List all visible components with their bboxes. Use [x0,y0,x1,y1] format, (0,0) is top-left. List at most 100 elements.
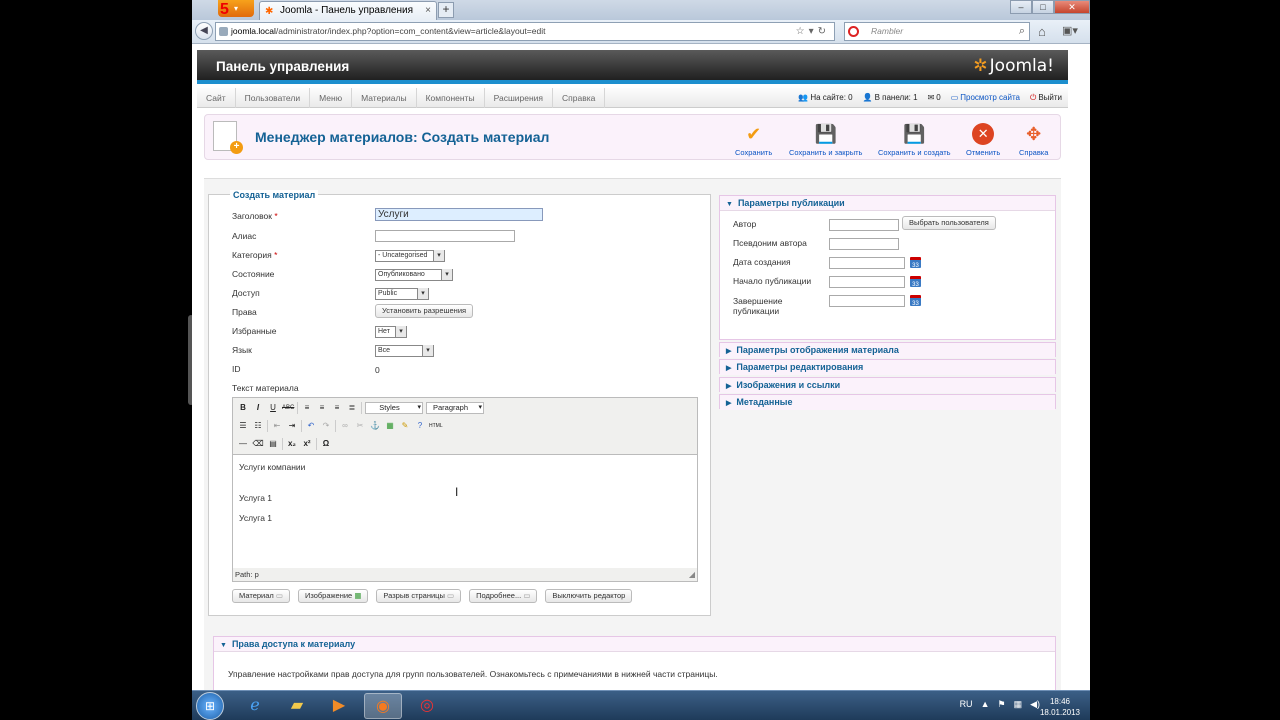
cleanup-icon[interactable]: ✎ [399,420,411,432]
underline-icon[interactable]: U [267,402,279,414]
editor-content[interactable]: Услуги компании Услуга 1 Услуга 1 [233,454,697,568]
numbered-list-icon[interactable]: ☷ [252,420,264,432]
menu-item-components[interactable]: Компоненты [417,88,485,108]
visual-aid-icon[interactable]: ▤ [267,438,279,450]
toggle-editor-button[interactable]: Выключить редактор [545,589,633,603]
align-right-icon[interactable]: ≡ [331,402,343,414]
read-more-button[interactable]: Подробнее... ▭ [469,589,538,603]
close-window-icon[interactable]: ✕ [1054,0,1090,14]
created-input[interactable] [829,257,905,269]
italic-icon[interactable]: I [252,402,264,414]
editing-options-panel[interactable]: ▶ Параметры редактирования [719,359,1056,375]
help-button[interactable]: ✥ Справка [1019,123,1048,157]
undo-icon[interactable]: ↶ [305,420,317,432]
view-site-link[interactable]: ▭ Просмотр сайта [951,88,1020,108]
right-black-border [1090,0,1280,720]
outdent-icon[interactable]: ⇤ [271,420,283,432]
back-button[interactable]: ◀ [195,22,213,40]
help-circle-icon[interactable]: ? [414,420,426,432]
tray-chevron-icon[interactable]: ▲ [981,699,990,710]
link-icon[interactable]: ∞ [339,420,351,432]
tab-close-icon[interactable]: × [425,5,431,16]
access-rules-header[interactable]: ▼ Права доступа к материалу [214,637,1055,652]
calendar-icon[interactable]: 33 [910,257,921,269]
images-links-panel[interactable]: ▶ Изображения и ссылки [719,377,1056,393]
new-tab-button[interactable]: + [438,2,454,18]
bookmarks-icon[interactable]: ▣▾ [1062,24,1078,37]
align-left-icon[interactable]: ≡ [301,402,313,414]
ie-icon[interactable]: ℯ [236,693,274,719]
calendar-icon[interactable]: 33 [910,295,921,307]
menu-item-help[interactable]: Справка [553,88,606,108]
html-source-icon[interactable]: HTML [429,420,443,432]
save-close-button[interactable]: 💾 Сохранить и закрыть [789,123,862,157]
chrome-icon[interactable]: ◎ [408,693,446,719]
firefox-icon[interactable]: ◉ [364,693,402,719]
action-center-icon[interactable]: ⚑ [997,699,1005,710]
menu-item-users[interactable]: Пользователи [236,88,311,108]
publish-up-input[interactable] [829,276,905,288]
search-icon[interactable]: ⌕ [1019,23,1025,40]
bullet-list-icon[interactable]: ☰ [237,420,249,432]
save-button[interactable]: ✔ Сохранить [735,123,772,157]
styles-select[interactable]: Styles [365,402,423,414]
subscript-icon[interactable]: x₂ [286,438,298,450]
alias-input[interactable] [375,230,515,242]
explorer-icon[interactable]: ▰ [278,693,316,719]
redo-icon[interactable]: ↷ [320,420,332,432]
insert-article-button[interactable]: Материал ▭ [232,589,290,603]
image-icon[interactable]: ▦ [384,420,396,432]
search-input[interactable]: Rambler ⌕ [844,22,1030,41]
horizontal-rule-icon[interactable]: — [237,438,249,450]
cancel-button[interactable]: ✕ Отменить [966,123,1000,157]
superscript-icon[interactable]: x² [301,438,313,450]
url-bar[interactable]: joomla.local/administrator/index.php?opt… [215,22,835,41]
indent-icon[interactable]: ⇥ [286,420,298,432]
browser-tab[interactable]: ✱ Joomla - Панель управления × [259,1,437,20]
author-input[interactable] [829,219,899,231]
select-user-button[interactable]: Выбрать пользователя [902,216,996,230]
special-char-icon[interactable]: Ω [320,438,332,450]
status-messages[interactable]: ✉ 0 [928,88,941,108]
category-select[interactable]: - Uncategorised [375,250,445,262]
featured-select[interactable]: Нет [375,326,407,338]
state-select[interactable]: Опубликовано [375,269,453,281]
unlink-icon[interactable]: ✂ [354,420,366,432]
taskbar-clock[interactable]: 18:46 18.01.2013 [1040,696,1080,718]
strikethrough-icon[interactable]: ABC [282,402,294,414]
insert-image-button[interactable]: Изображение ▦ [297,589,369,603]
menu-item-extensions[interactable]: Расширения [485,88,554,108]
language-select[interactable]: Все [375,345,434,357]
logout-link[interactable]: ⏻ Выйти [1030,88,1062,108]
menu-item-menus[interactable]: Меню [310,88,353,108]
title-input[interactable]: Услуги [375,208,543,221]
menu-item-site[interactable]: Сайт [197,88,236,108]
remove-format-icon[interactable]: ⌫ [252,438,264,450]
anchor-icon[interactable]: ⚓ [369,420,381,432]
access-select[interactable]: Public [375,288,429,300]
publishing-header[interactable]: ▼ Параметры публикации [720,196,1055,211]
save-new-button[interactable]: 💾 Сохранить и создать [878,123,951,157]
publish-down-input[interactable] [829,295,905,307]
start-button[interactable]: ⊞ [196,692,224,720]
minimize-icon[interactable]: – [1010,0,1032,14]
language-indicator[interactable]: RU [960,699,973,710]
menu-item-content[interactable]: Материалы [352,88,417,108]
align-center-icon[interactable]: ≡ [316,402,328,414]
maximize-icon[interactable]: □ [1032,0,1054,14]
resize-handle-icon[interactable]: ◢ [689,570,695,579]
format-select[interactable]: Paragraph [426,402,484,414]
set-permissions-button[interactable]: Установить разрешения [375,304,474,318]
display-options-panel[interactable]: ▶ Параметры отображения материала [719,342,1056,358]
media-player-icon[interactable]: ▶ [320,693,358,719]
author-alias-input[interactable] [829,238,899,250]
bookmark-reload-icons[interactable]: ☆▾↻ [796,23,830,40]
align-justify-icon[interactable]: ≣ [346,402,358,414]
network-icon[interactable]: ▦ [1014,699,1023,710]
volume-icon[interactable]: ◀) [1030,699,1040,710]
page-break-button[interactable]: Разрыв страницы ▭ [376,589,462,603]
calendar-icon[interactable]: 33 [910,276,921,288]
bold-icon[interactable]: B [237,402,249,414]
home-icon[interactable]: ⌂ [1038,24,1046,39]
metadata-panel[interactable]: ▶ Метаданные [719,394,1056,410]
